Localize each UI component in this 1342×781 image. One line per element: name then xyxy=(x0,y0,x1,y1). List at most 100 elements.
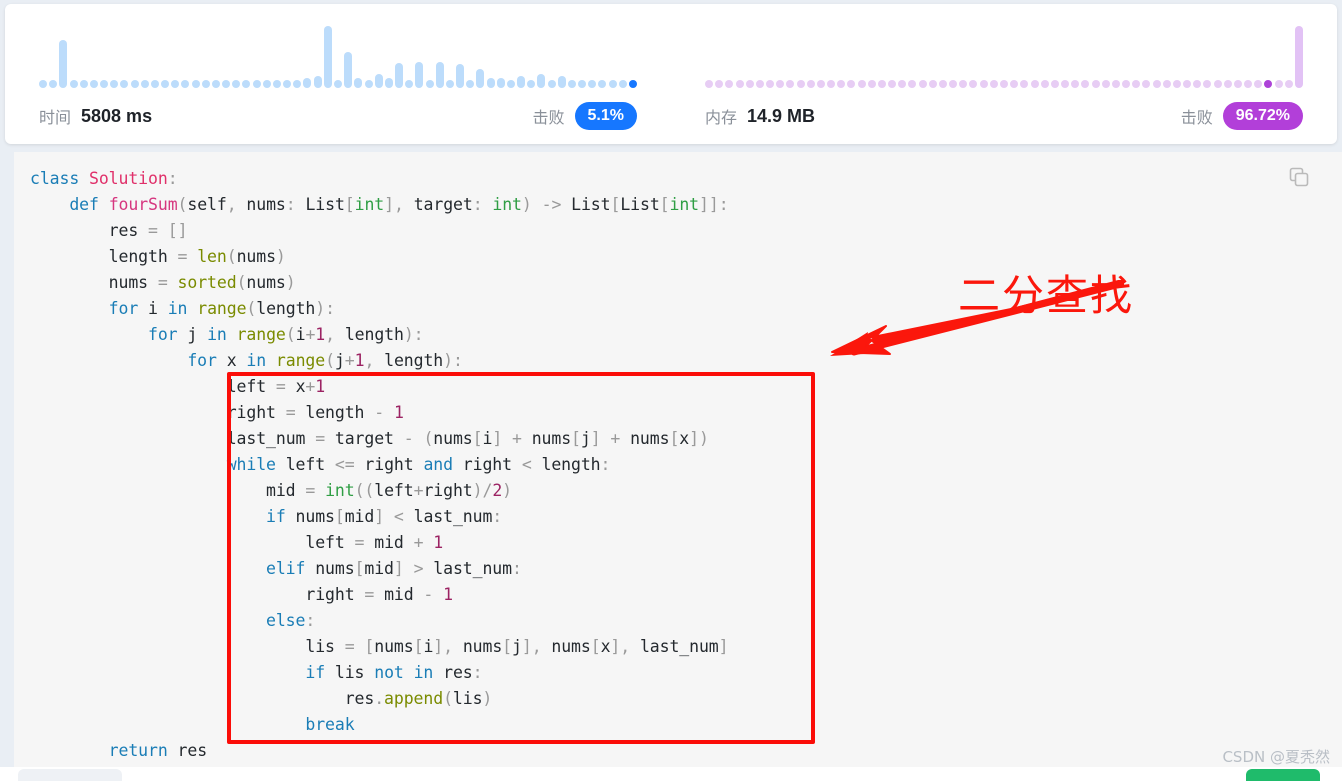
runtime-value: 5808 ms xyxy=(81,105,153,126)
memory-stat-card[interactable]: 内存 14.9 MB 击败 96.72% xyxy=(671,4,1337,144)
chart-bar xyxy=(766,80,775,88)
chart-bar xyxy=(786,80,795,88)
chart-bar xyxy=(405,80,414,88)
runtime-stat-card[interactable]: 时间 5808 ms 击败 5.1% xyxy=(5,4,671,144)
chart-bar xyxy=(415,62,424,88)
chart-bar xyxy=(1010,80,1019,88)
chart-bar xyxy=(1203,80,1212,88)
memory-beat-badge: 96.72% xyxy=(1222,102,1303,130)
chart-bar xyxy=(1122,80,1131,88)
chart-bar xyxy=(527,80,536,88)
chart-bar xyxy=(110,80,119,88)
chart-bar xyxy=(1071,80,1080,88)
chart-bar xyxy=(796,80,805,88)
chart-bar xyxy=(547,80,556,88)
chart-bar xyxy=(908,80,917,88)
chart-bar xyxy=(1111,80,1120,88)
chart-bar xyxy=(496,78,505,88)
chart-bar xyxy=(1101,80,1110,88)
chart-bar xyxy=(293,80,302,88)
chart-bar xyxy=(1081,80,1090,88)
code-viewer[interactable]: class Solution: def fourSum(self, nums: … xyxy=(14,152,1342,767)
copy-icon[interactable] xyxy=(1288,166,1310,188)
chart-bar xyxy=(715,80,724,88)
chart-bar xyxy=(1040,80,1049,88)
chart-bar xyxy=(486,78,495,88)
chart-bar xyxy=(1162,80,1171,88)
chart-bar xyxy=(59,40,68,88)
chart-bar xyxy=(242,80,251,88)
source-code[interactable]: class Solution: def fourSum(self, nums: … xyxy=(14,152,1342,764)
chart-bar xyxy=(150,80,159,88)
chart-bar xyxy=(435,62,444,88)
chart-bar xyxy=(1172,80,1181,88)
runtime-beat-group: 击败 5.1% xyxy=(533,102,637,130)
chart-bar xyxy=(181,80,190,88)
chart-bar xyxy=(537,74,546,88)
chart-bar xyxy=(323,26,332,88)
chart-bar xyxy=(857,80,866,88)
chart-bar xyxy=(837,80,846,88)
chart-bar xyxy=(191,80,200,88)
chart-bar xyxy=(374,74,383,88)
chart-bar xyxy=(1050,80,1059,88)
chart-bar xyxy=(517,76,526,88)
chart-bar xyxy=(1264,80,1273,88)
submission-stats-panel: 时间 5808 ms 击败 5.1% 内存 14.9 MB 击败 96.72% xyxy=(5,4,1337,144)
runtime-distribution-chart[interactable] xyxy=(39,26,637,88)
chart-bar xyxy=(445,80,454,88)
chart-bar xyxy=(39,80,47,88)
chart-bar xyxy=(735,80,744,88)
chart-bar xyxy=(1233,80,1242,88)
chart-bar xyxy=(949,80,958,88)
chart-bar xyxy=(211,80,220,88)
chart-bar xyxy=(89,80,98,88)
chart-bar xyxy=(959,80,968,88)
chart-bar xyxy=(1020,80,1029,88)
chart-bar xyxy=(354,78,363,88)
annotation-label: 二分查找 xyxy=(958,271,1135,320)
chart-bar xyxy=(847,80,856,88)
chart-bar xyxy=(79,80,88,88)
chart-bar xyxy=(888,80,897,88)
memory-beat-group: 击败 96.72% xyxy=(1181,102,1303,130)
chart-bar xyxy=(1223,80,1232,88)
chart-bar xyxy=(827,80,836,88)
chart-bar xyxy=(252,80,261,88)
chart-bar xyxy=(969,80,978,88)
chart-bar xyxy=(466,80,475,88)
chart-bar xyxy=(222,80,231,88)
chart-bar xyxy=(100,80,109,88)
chart-bar xyxy=(938,80,947,88)
chart-bar xyxy=(898,80,907,88)
chart-bar xyxy=(816,80,825,88)
chart-bar xyxy=(201,80,210,88)
chart-bar xyxy=(1183,80,1192,88)
chart-bar xyxy=(877,80,886,88)
chart-bar xyxy=(333,80,342,88)
chart-bar xyxy=(120,80,129,88)
chart-bar xyxy=(557,76,566,88)
chart-bar xyxy=(725,80,734,88)
chart-bar xyxy=(567,80,576,88)
chart-bar xyxy=(1254,80,1263,88)
chart-bar xyxy=(506,80,515,88)
chart-bar xyxy=(628,80,637,88)
memory-stat-footer: 内存 14.9 MB 击败 96.72% xyxy=(705,100,1303,132)
memory-value: 14.9 MB xyxy=(747,105,816,126)
bottom-left-pill[interactable] xyxy=(18,769,122,781)
chart-bar xyxy=(456,64,465,88)
memory-label: 内存 xyxy=(705,108,738,127)
chart-bar xyxy=(867,80,876,88)
bottom-right-pill[interactable] xyxy=(1246,769,1320,781)
chart-bar xyxy=(364,80,373,88)
chart-bar xyxy=(755,80,764,88)
chart-bar xyxy=(69,80,78,88)
chart-bar xyxy=(344,52,353,88)
chart-bar xyxy=(140,80,149,88)
chart-bar xyxy=(232,80,241,88)
memory-distribution-chart[interactable] xyxy=(705,26,1303,88)
chart-bar xyxy=(1193,80,1202,88)
chart-bar xyxy=(1132,80,1141,88)
chart-bar xyxy=(1294,26,1303,88)
